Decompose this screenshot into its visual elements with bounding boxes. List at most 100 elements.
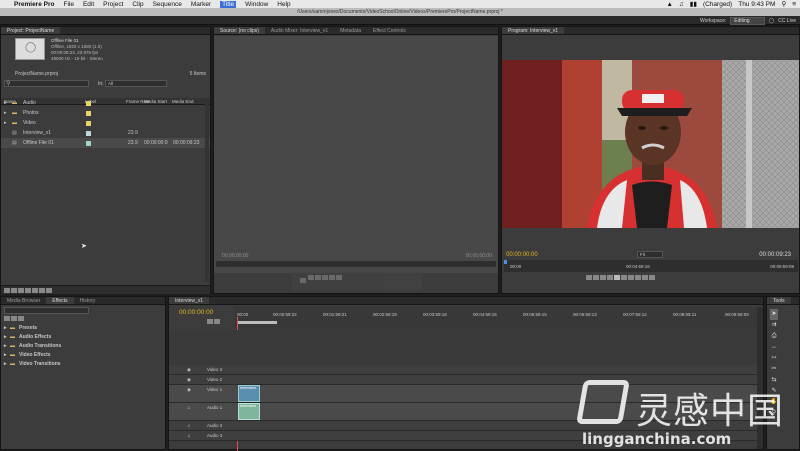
expand-icon[interactable]: ▸	[4, 360, 7, 369]
cc-live-icon[interactable]: ◯	[769, 18, 775, 24]
expand-icon[interactable]: ▸	[4, 324, 7, 333]
tab-metadata[interactable]: Metadata	[334, 27, 367, 34]
new-item-icon[interactable]	[39, 288, 45, 293]
eye-icon[interactable]: ◉	[187, 365, 191, 375]
marker-icon[interactable]	[214, 319, 220, 324]
expand-icon[interactable]: ▸	[4, 342, 7, 351]
tab-tools[interactable]: Tools	[767, 297, 791, 304]
overwrite-icon[interactable]	[336, 275, 342, 280]
menu-title[interactable]: Title	[220, 0, 237, 8]
insert-icon[interactable]	[329, 275, 335, 280]
menu-clip[interactable]: Clip	[132, 1, 143, 8]
expand-icon[interactable]: ▸	[4, 118, 7, 128]
list-item[interactable]: ▸ ▬ Presets	[1, 324, 165, 333]
step-forward-icon[interactable]	[621, 275, 627, 280]
tab-history[interactable]: History	[74, 297, 102, 304]
selection-tool-icon[interactable]: ➤	[770, 309, 778, 320]
trash-icon[interactable]	[46, 288, 52, 293]
speaker-icon[interactable]: ♫	[187, 431, 190, 441]
expand-icon[interactable]: ▸	[4, 351, 7, 360]
fit-select[interactable]: Fit	[637, 251, 663, 258]
menu-help[interactable]: Help	[277, 1, 290, 8]
effects-search[interactable]	[4, 307, 89, 314]
list-view-icon[interactable]	[4, 288, 10, 293]
list-item[interactable]: ▸ ▬ Audio	[1, 98, 210, 108]
play-icon[interactable]	[300, 278, 306, 283]
sequence-timecode[interactable]: 00:00:00:00	[179, 309, 213, 316]
menu-file[interactable]: File	[63, 1, 73, 8]
list-item[interactable]: ▸ ▬ Audio Transitions	[1, 342, 165, 351]
list-icon[interactable]: ≡	[792, 1, 796, 8]
cc-live-label[interactable]: CC Live	[778, 18, 796, 24]
expand-icon[interactable]: ▸	[4, 98, 7, 108]
find-icon[interactable]	[25, 288, 31, 293]
playhead-marker[interactable]	[504, 260, 507, 264]
time-ruler[interactable]: 00:00 00:00:59:22 00:01:59:21 00:02:59:1…	[235, 307, 757, 329]
program-timecode-left[interactable]: 00:00:00:00	[506, 252, 538, 258]
video-clip[interactable]: Interview	[238, 385, 260, 402]
menu-edit[interactable]: Edit	[83, 1, 94, 8]
razor-icon[interactable]: ✂	[770, 364, 778, 375]
list-item[interactable]: ▸ ▬ Audio Effects	[1, 333, 165, 342]
tab-program[interactable]: Program: Interview_v1	[502, 27, 565, 34]
rolling-edit-icon[interactable]: ↔	[770, 342, 778, 353]
list-item[interactable]: ▸ ▬ Photos	[1, 108, 210, 118]
audio-clip[interactable]: Interview	[238, 403, 260, 420]
tab-effect-controls[interactable]: Effect Controls	[367, 27, 412, 34]
menu-marker[interactable]: Marker	[191, 1, 211, 8]
speaker-icon[interactable]: ♫	[187, 403, 190, 413]
list-item[interactable]: ▸ ▬ Video	[1, 118, 210, 128]
expand-icon[interactable]: ▸	[4, 333, 7, 342]
menu-window[interactable]: Window	[245, 1, 268, 8]
source-timecode-left[interactable]: 00;00;00;00	[222, 253, 248, 259]
step-back-icon[interactable]	[607, 275, 613, 280]
menu-app[interactable]: Premiere Pro	[14, 1, 54, 8]
tab-media-browser[interactable]: Media Browser	[1, 297, 46, 304]
menu-project[interactable]: Project	[103, 1, 123, 8]
accelerated-icon[interactable]	[4, 316, 10, 321]
clock[interactable]: Thu 9:43 PM	[738, 1, 775, 8]
icon-view-icon[interactable]	[11, 288, 17, 293]
tab-sequence[interactable]: Interview_v1	[169, 297, 210, 304]
list-item[interactable]: ▸ ▬ Video Transitions	[1, 360, 165, 369]
export-frame-icon[interactable]	[649, 275, 655, 280]
in-select[interactable]: All	[105, 80, 167, 87]
tab-source[interactable]: Source: (no clips)	[214, 27, 265, 34]
track-select-icon[interactable]: ⇉	[770, 320, 778, 331]
wifi-icon[interactable]: ▲	[666, 1, 672, 8]
mark-out-icon[interactable]	[593, 275, 599, 280]
mark-in-icon[interactable]	[315, 275, 321, 280]
source-ruler[interactable]	[216, 261, 496, 267]
tab-audio-mixer[interactable]: Audio Mixer: Interview_v1	[265, 27, 334, 34]
list-item[interactable]: ▸ ▬ Video Effects	[1, 351, 165, 360]
search-icon[interactable]: ⚲	[781, 0, 786, 8]
play-icon[interactable]	[614, 275, 620, 280]
new-bin-icon[interactable]	[32, 288, 38, 293]
menu-sequence[interactable]: Sequence	[153, 1, 182, 8]
go-out-icon[interactable]	[628, 275, 634, 280]
snap-icon[interactable]	[207, 319, 213, 324]
mark-in-icon[interactable]	[586, 275, 592, 280]
search-input[interactable]: ⚲	[4, 80, 89, 87]
extract-icon[interactable]	[642, 275, 648, 280]
tab-effects[interactable]: Effects	[46, 297, 74, 304]
program-ruler[interactable]: 00:00 00:04:59:16 00:09:59:09	[504, 260, 798, 272]
mark-out-icon[interactable]	[322, 275, 328, 280]
eye-icon[interactable]: ◉	[187, 385, 191, 395]
work-area-bar[interactable]	[237, 321, 277, 324]
volume-icon[interactable]: ♫	[679, 1, 684, 8]
speaker-icon[interactable]: ♫	[187, 421, 190, 431]
lift-icon[interactable]	[635, 275, 641, 280]
list-item[interactable]: ▤ Offline File 01 23.9 00:00:00:0 00:00:…	[1, 138, 210, 148]
expand-icon[interactable]: ▸	[4, 108, 7, 118]
ripple-edit-icon[interactable]: ⎙	[770, 331, 778, 342]
workspace-select[interactable]: Editing	[730, 17, 765, 25]
automate-icon[interactable]	[18, 288, 24, 293]
project-scrollbar[interactable]	[205, 98, 209, 282]
battery-icon[interactable]: ▮▮	[690, 0, 697, 8]
yuv-icon[interactable]	[18, 316, 24, 321]
list-item[interactable]: ▤ Interview_v1 23.9	[1, 128, 210, 138]
step-icon[interactable]	[308, 275, 314, 280]
tab-project[interactable]: Project: ProjectName	[1, 27, 61, 34]
go-in-icon[interactable]	[600, 275, 606, 280]
